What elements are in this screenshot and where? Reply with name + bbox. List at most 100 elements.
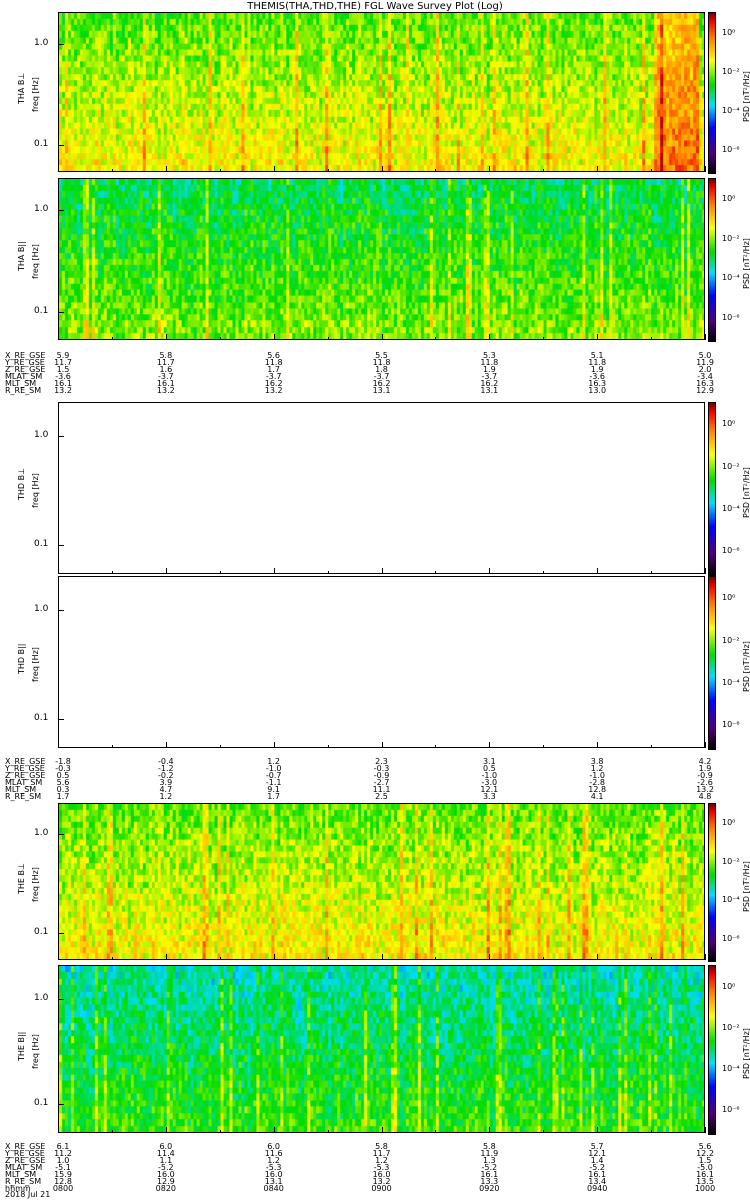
panel-ylabel: freq [Hz] [31,77,40,112]
ytick-mark [58,210,64,212]
colorbar-tick-label: 10⁻² [722,1023,740,1032]
xtick-mark [435,169,437,172]
colorbar [708,12,716,174]
colorbar-tick-label: 10⁰ [722,818,736,828]
colorbar-tick-label: 10⁻² [722,67,740,76]
xtick-mark [219,1130,221,1133]
colorbar-tick-label: 10⁻² [722,635,740,645]
xtick-mark [273,954,275,960]
xtick-mark [489,568,491,574]
colorbar-tick-label: 10⁻⁴ [722,273,740,283]
xtick-mark [58,1127,59,1133]
xtick-mark [327,745,329,748]
ephemeris-value: 13.2 [54,386,72,395]
xtick-mark [597,166,599,172]
colorbar-tick-label: 10⁰ [722,194,736,204]
xtick-mark [597,742,599,748]
xtick-mark [381,166,383,172]
ephemeris-value: 0900 [371,1184,392,1193]
xtick-mark [543,169,545,172]
xtick-mark [381,1127,383,1133]
xtick-mark [705,166,706,172]
xtick-mark [165,742,167,748]
panel-probe-label: THA B⊥ [17,72,26,104]
xtick-mark [705,954,706,960]
colorbar-tick-label: 10⁻⁶ [722,145,740,155]
ytick-mark [58,834,64,836]
xtick-mark [58,954,59,960]
ytick-mark [58,1104,64,1106]
ephemeris-value: 1.2 [159,792,173,801]
xtick-mark [489,1127,491,1133]
panel-probe-label: THD B|| [17,643,26,674]
colorbar-tick-label: 10⁻⁴ [722,503,740,513]
xtick-mark [543,1130,545,1133]
xtick-mark [273,1127,275,1133]
ephemeris-value: 13.0 [588,386,607,395]
ytick-mark [58,436,64,438]
xtick-mark [58,568,59,574]
ytick-label: 0.1 [34,538,49,549]
colorbar-tick-label: 10⁻⁶ [722,545,740,555]
xtick-mark [651,745,653,748]
panel-probe-label: THD B⊥ [17,467,26,500]
xtick-mark [597,334,599,340]
xtick-mark [705,334,706,340]
xtick-mark [705,1127,706,1133]
colorbar-tick-label: 10⁻⁶ [722,933,740,943]
ephemeris-value: 13.1 [480,386,499,395]
spectrogram-panel-3 [58,402,705,574]
spectrogram-image [59,13,704,171]
xtick-mark [165,166,167,172]
ephemeris-value: 4.1 [590,792,604,801]
ephemeris-name: R_RE_SM [5,386,42,395]
panel-ylabel: freq [Hz] [31,244,40,279]
ytick-label: 1.0 [34,604,49,615]
xtick-mark [327,1130,329,1133]
colorbar-tick-label: 10⁻⁴ [722,677,740,687]
ytick-label: 0.1 [34,306,49,317]
xtick-mark [273,568,275,574]
ytick-mark [58,144,64,146]
ephemeris-value: 0800 [52,1184,74,1193]
colorbar [708,178,716,342]
plot-title: THEMIS(THA,THD,THE) FGL Wave Survey Plot… [247,1,503,12]
ephemeris-value: 1000 [694,1184,716,1193]
xtick-mark [381,334,383,340]
plot-page: THEMIS(THA,THD,THE) FGL Wave Survey Plot… [0,0,750,1200]
xtick-mark [435,337,437,340]
panel-ylabel: freq [Hz] [31,866,40,902]
xtick-mark [651,337,653,340]
spectrogram-panel-6 [58,965,705,1133]
ephemeris-value: 13.2 [264,386,283,395]
xtick-mark [435,571,437,574]
ephemeris-value: 1.7 [56,792,70,801]
xtick-mark [111,571,113,574]
ytick-label: 0.1 [34,1098,49,1109]
xtick-mark [381,742,383,748]
spectrogram-panel-2 [58,178,705,340]
ytick-label: 0.1 [34,138,49,149]
colorbar-tick-label: 10⁻⁶ [722,313,740,323]
ytick-mark [58,933,64,935]
xtick-mark [111,957,113,960]
xtick-mark [381,954,383,960]
xtick-mark [165,1127,167,1133]
spectrogram-panel-5 [58,803,705,960]
ephemeris-name: hhmm [5,1184,31,1193]
ephemeris-value: 13.2 [156,386,175,395]
xtick-mark [111,1130,113,1133]
ytick-mark [58,312,64,314]
ytick-label: 1.0 [34,430,49,441]
panel-probe-label: THE B⊥ [17,862,26,894]
xtick-mark [327,337,329,340]
colorbar-tick-label: 10⁻⁴ [722,1064,740,1074]
colorbar-tick-label: 10⁻⁴ [722,895,740,905]
ephemeris-name: R_RE_SM [5,792,42,801]
xtick-mark [489,954,491,960]
spectrogram-image [59,966,704,1132]
spectrogram-panel-1 [58,12,705,172]
xtick-mark [597,568,599,574]
ytick-mark [58,44,64,45]
ytick-mark [58,998,64,1000]
